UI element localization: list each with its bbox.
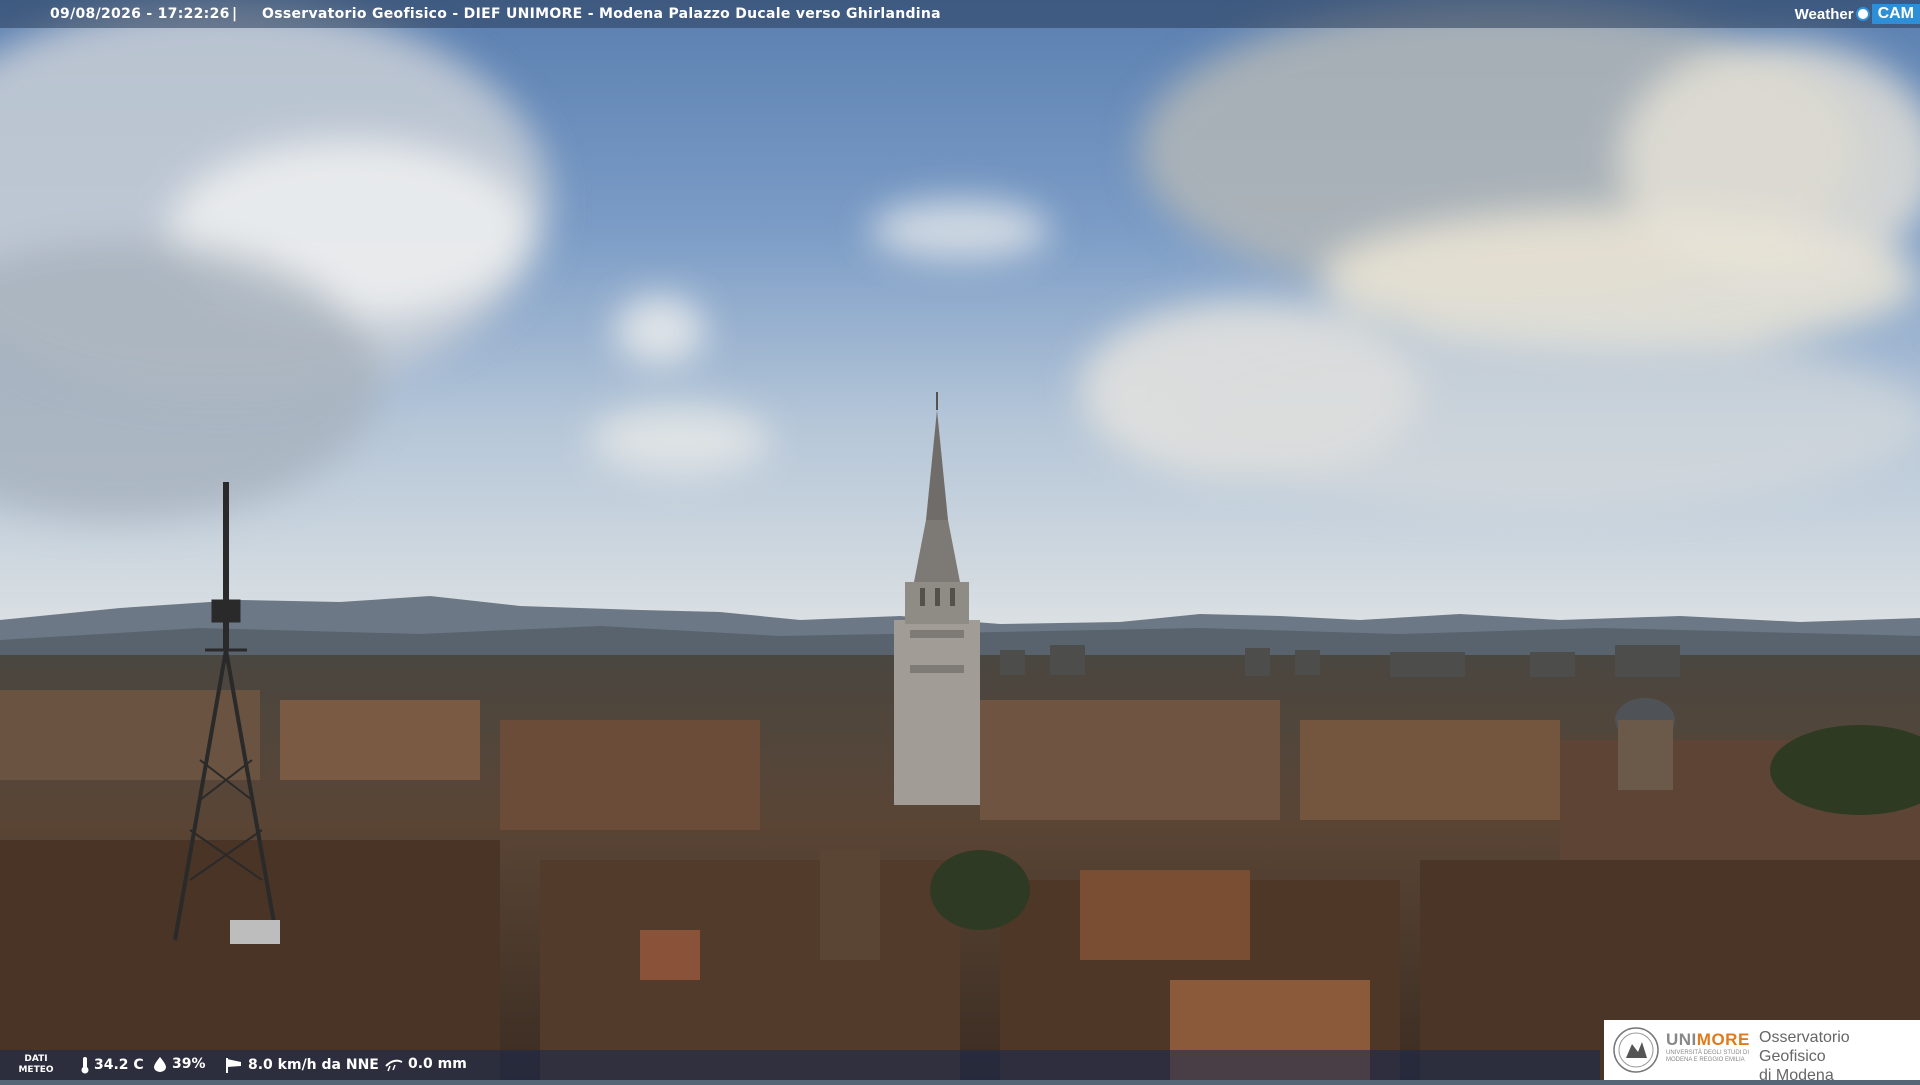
humidity-reading: 39% [152, 1056, 206, 1072]
brand-cam: CAM [1871, 4, 1920, 24]
camera-dot-icon [1855, 7, 1870, 21]
wind-value: 8.0 km/h da NNE [248, 1057, 379, 1073]
droplet-icon [154, 1057, 166, 1072]
brand-weather: Weather [1794, 5, 1854, 23]
wind-reading: 8.0 km/h da NNE [224, 1056, 379, 1074]
webcam-scene [0, 0, 1920, 1080]
observatory-name: Osservatorio Geofisico di Modena [1759, 1029, 1850, 1084]
camera-title: Osservatorio Geofisico - DIEF UNIMORE - … [262, 6, 941, 22]
timestamp: 09/08/2026 - 17:22:26 [50, 6, 230, 22]
rain-gauge-icon [385, 1059, 403, 1072]
university-subtitle: UNIVERSITÀ DEGLI STUDI DI MODENA E REGGI… [1666, 1050, 1750, 1063]
observatory-logo: UNIMORE UNIVERSITÀ DEGLI STUDI DI MODENA… [1604, 1020, 1920, 1084]
temperature-value: 34.2 C [94, 1057, 144, 1073]
weathercam-logo: Weather CAM [1795, 2, 1920, 26]
top-info-bar: 09/08/2026 - 17:22:26 | Osservatorio Geo… [0, 0, 1920, 28]
dati-meteo-label: DATI METEO [18, 1054, 54, 1075]
wind-sock-icon [226, 1058, 241, 1073]
weather-data-bar: DATI METEO 34.2 C 39% 8.0 km/h da NNE 0.… [0, 1050, 1600, 1080]
university-seal-icon [1613, 1027, 1659, 1073]
thermometer-icon [81, 1057, 89, 1074]
rain-reading: 0.0 mm [384, 1056, 467, 1072]
unimore-wordmark: UNIMORE [1666, 1030, 1750, 1049]
humidity-value: 39% [172, 1056, 206, 1072]
rain-value: 0.0 mm [408, 1056, 467, 1072]
separator: | [232, 6, 238, 22]
temperature-reading: 34.2 C [80, 1056, 144, 1074]
